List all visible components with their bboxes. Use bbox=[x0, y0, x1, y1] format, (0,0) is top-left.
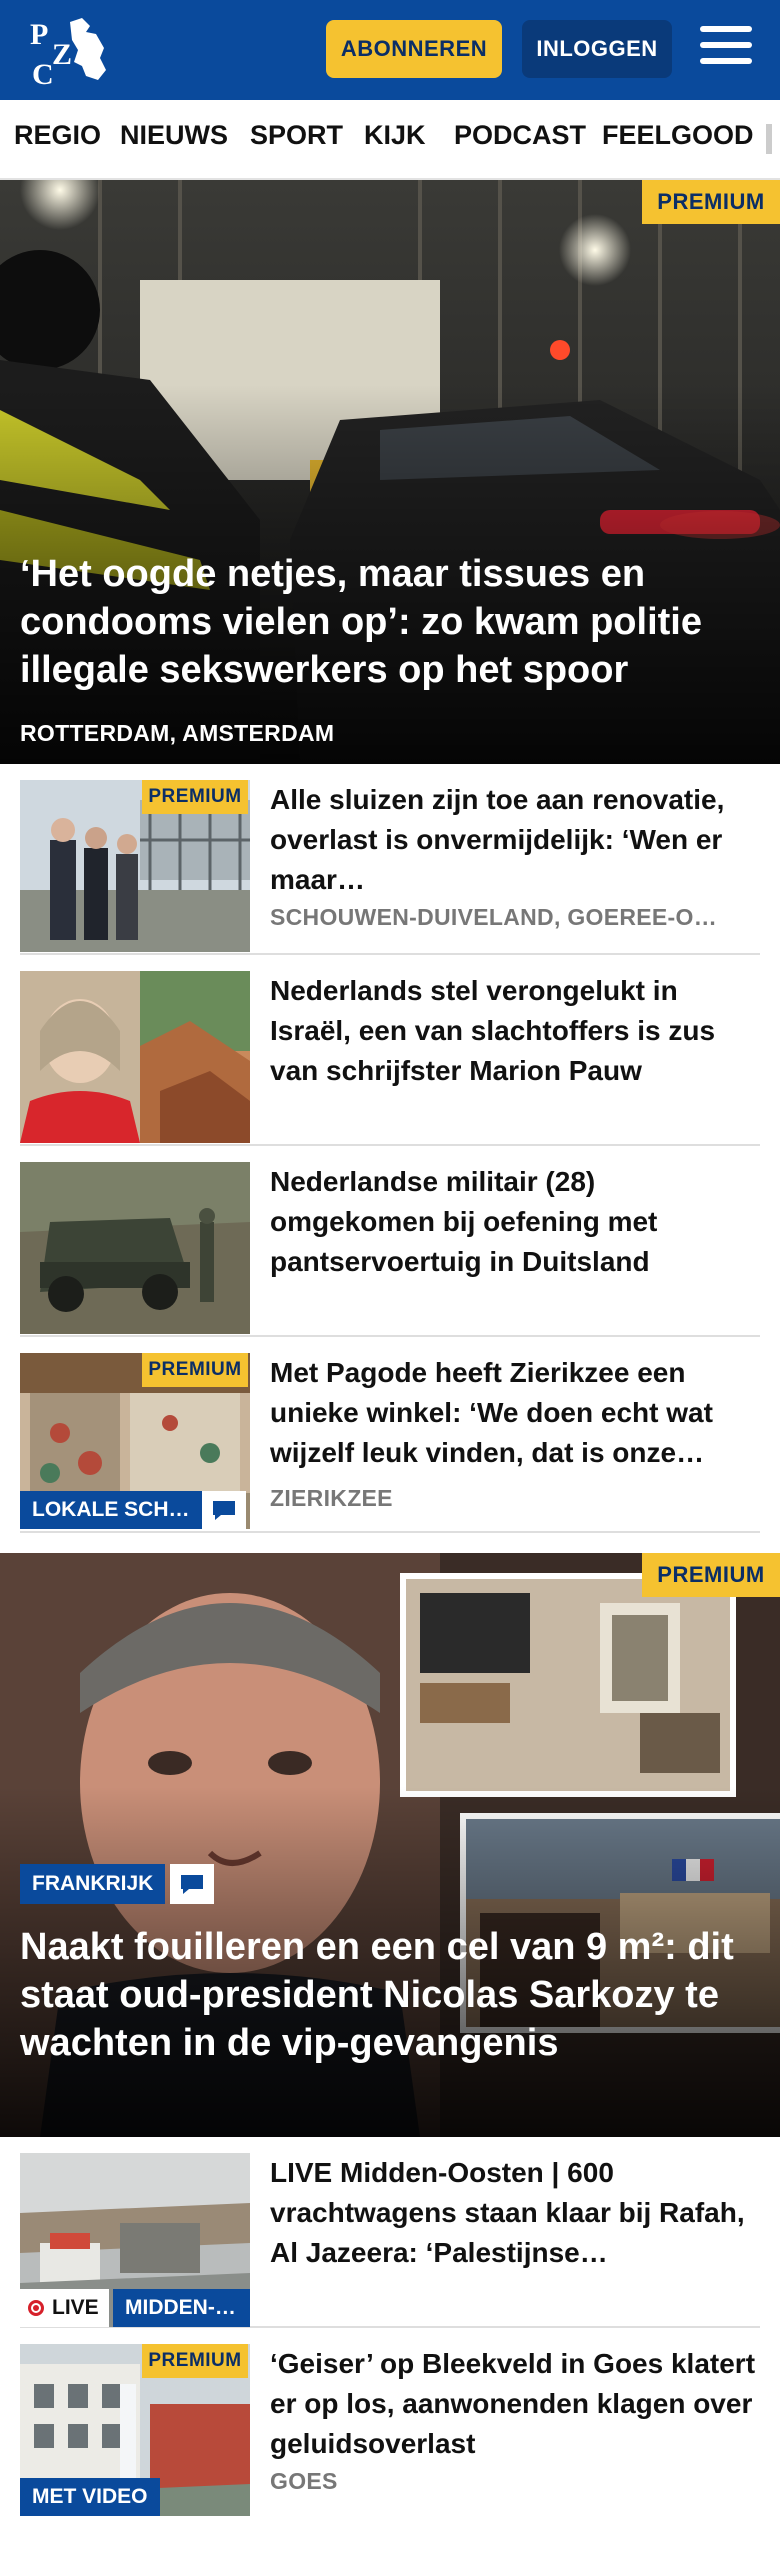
article-headline[interactable]: ‘Geiser’ op Bleekveld in Goes klatert er… bbox=[270, 2344, 760, 2464]
nav-item-kijk[interactable]: KIJK bbox=[364, 120, 426, 151]
article-card-pagode[interactable]: PREMIUM LOKALE SCH… Met Pagode heeft Zie… bbox=[20, 1337, 760, 1533]
article-headline[interactable]: Alle sluizen zijn toe aan renovatie, ove… bbox=[270, 780, 760, 900]
video-tag[interactable]: MET VIDEO bbox=[20, 2478, 160, 2516]
article-headline[interactable]: LIVE Midden-Oosten | 600 vrachtwagens st… bbox=[270, 2153, 760, 2273]
premium-badge: PREMIUM bbox=[642, 1553, 780, 1597]
login-button[interactable]: INLOGGEN bbox=[522, 20, 672, 78]
nav-item-feelgood[interactable]: FEELGOOD bbox=[602, 120, 754, 151]
subscribe-button[interactable]: ABONNEREN bbox=[326, 20, 502, 78]
hamburger-menu-icon[interactable] bbox=[700, 26, 752, 72]
premium-badge: PREMIUM bbox=[142, 2344, 248, 2378]
category-tag[interactable]: MIDDEN-… bbox=[113, 2289, 250, 2327]
svg-text:C: C bbox=[32, 58, 54, 88]
comment-icon[interactable] bbox=[170, 1864, 214, 1904]
category-tag[interactable]: LOKALE SCH… bbox=[20, 1491, 202, 1529]
live-label: LIVE bbox=[52, 2296, 99, 2319]
svg-text:Z: Z bbox=[52, 38, 72, 71]
article-card-sluizen[interactable]: PREMIUM Alle sluizen zijn toe aan renova… bbox=[20, 764, 760, 955]
nav-item-podcast[interactable]: PODCAST bbox=[454, 120, 586, 151]
pzc-logo[interactable]: P Z C bbox=[26, 14, 112, 91]
article-card-geiser[interactable]: PREMIUM MET VIDEO ‘Geiser’ op Bleekveld … bbox=[20, 2328, 760, 2528]
svg-text:P: P bbox=[30, 18, 48, 51]
hero-headline[interactable]: Naakt fouilleren en een cel van 9 m²: di… bbox=[20, 1923, 760, 2067]
nav-item-sport[interactable]: SPORT bbox=[250, 120, 343, 151]
comment-icon[interactable] bbox=[202, 1491, 246, 1529]
article-card-militair[interactable]: Nederlandse militair (28) omgekomen bij … bbox=[20, 1146, 760, 1337]
nav-overflow-indicator bbox=[766, 124, 772, 154]
hero-article-2[interactable]: PREMIUM FRANKRIJK Naakt fouilleren en ee… bbox=[0, 1553, 780, 2137]
hero-article-1[interactable]: PREMIUM ‘Het oogde netjes, maar tissues … bbox=[0, 180, 780, 764]
section-nav: REGIO NIEUWS SPORT KIJK PODCAST FEELGOOD bbox=[0, 100, 780, 180]
hero-headline[interactable]: ‘Het oogde netjes, maar tissues en condo… bbox=[20, 550, 760, 694]
article-headline[interactable]: Met Pagode heeft Zierikzee een unieke wi… bbox=[270, 1353, 760, 1473]
site-header: P Z C ABONNEREN INLOGGEN bbox=[0, 0, 780, 100]
article-location: SCHOUWEN-DUIVELAND, GOEREE-O… bbox=[270, 904, 717, 930]
premium-badge: PREMIUM bbox=[642, 180, 780, 224]
thumbnail-israel bbox=[20, 971, 250, 1143]
nav-item-nieuws[interactable]: NIEUWS bbox=[120, 120, 228, 151]
hero-location: ROTTERDAM, AMSTERDAM bbox=[20, 720, 335, 746]
live-dot-icon bbox=[28, 2300, 44, 2316]
article-headline[interactable]: Nederlandse militair (28) omgekomen bij … bbox=[270, 1162, 760, 1282]
article-location: GOES bbox=[270, 2468, 338, 2494]
category-tag[interactable]: FRANKRIJK bbox=[20, 1864, 166, 1904]
nav-item-regio[interactable]: REGIO bbox=[14, 120, 101, 151]
live-indicator: LIVE bbox=[20, 2289, 109, 2327]
thumbnail-militair bbox=[20, 1162, 250, 1334]
article-card-israel[interactable]: Nederlands stel verongelukt in Israël, e… bbox=[20, 955, 760, 1146]
article-location: ZIERIKZEE bbox=[270, 1485, 393, 1511]
premium-badge: PREMIUM bbox=[142, 1353, 248, 1387]
article-card-midden-oosten[interactable]: LIVE MIDDEN-… LIVE Midden-Oosten | 600 v… bbox=[20, 2137, 760, 2328]
pzc-logo-icon: P Z C bbox=[30, 18, 106, 91]
article-headline[interactable]: Nederlands stel verongelukt in Israël, e… bbox=[270, 971, 760, 1091]
premium-badge: PREMIUM bbox=[142, 780, 248, 814]
